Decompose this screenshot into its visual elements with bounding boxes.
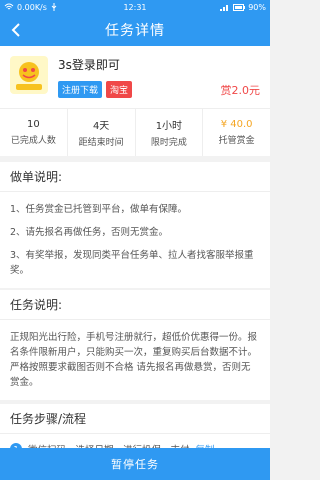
chevron-left-icon <box>11 23 20 37</box>
stat-completed: 10 已完成人数 <box>0 109 68 156</box>
steps-heading: 任务步骤/流程 <box>0 404 270 434</box>
task-card: 3s登录即可 注册下载 淘宝 赏2.0元 10 已完成人数 4天 距结束时间 1… <box>0 46 270 156</box>
task-desc-body: 正规阳光出行险，手机号注册就行，超低价优惠得一份。报名条件限新用户，只能购买一次… <box>0 320 270 400</box>
stat-escrow-value: ¥ 40.0 <box>220 119 253 130</box>
stat-time-limit-value: 1小时 <box>155 121 183 132</box>
task-header: 3s登录即可 注册下载 淘宝 赏2.0元 <box>0 46 270 108</box>
steps-section: 任务步骤/流程 1 微信扫码，选择日期，进行投保，支付 复制 <box>0 404 270 456</box>
page-title: 任务详情 <box>105 23 165 39</box>
task-desc-section: 任务说明: 正规阳光出行险，手机号注册就行，超低价优惠得一份。报名条件限新用户，… <box>0 290 270 400</box>
do-list-body: 1、任务赏金已托管到平台，做单有保障。 2、请先报名再做任务，否则无赏金。 3、… <box>0 192 270 288</box>
task-stats: 10 已完成人数 4天 距结束时间 1小时 限时完成 ¥ 40.0 托管赏金 <box>0 108 270 156</box>
stat-escrow: ¥ 40.0 托管赏金 <box>203 109 270 156</box>
status-right: 90% <box>179 3 266 12</box>
task-desc-heading: 任务说明: <box>0 290 270 320</box>
title-bar: 任务详情 <box>0 14 270 46</box>
wifi-icon <box>4 3 14 10</box>
task-tags: 注册下载 淘宝 <box>58 81 133 98</box>
status-left: 0.00K/s <box>4 3 91 12</box>
do-list-item: 2、请先报名再做任务，否则无赏金。 <box>10 227 169 238</box>
signal-icon <box>220 5 229 11</box>
back-button[interactable] <box>6 20 26 40</box>
do-list-item: 1、任务赏金已托管到平台，做单有保障。 <box>10 204 188 215</box>
stat-completed-value: 10 <box>27 119 40 130</box>
usb-icon <box>51 3 57 11</box>
task-reward: 赏2.0元 <box>220 84 261 97</box>
status-time: 12:31 <box>123 2 147 12</box>
status-bar: 0.00K/s 12:31 90% <box>0 0 270 14</box>
do-list-item: 3、有奖举报，发现同类平台任务单、拉人者找客服举报重奖。 <box>10 250 254 276</box>
stat-time-limit: 1小时 限时完成 <box>136 109 204 156</box>
do-list-heading: 做单说明: <box>0 162 270 192</box>
network-speed: 0.00K/s <box>17 2 47 12</box>
stat-completed-label: 已完成人数 <box>10 136 56 146</box>
do-list-section: 做单说明: 1、任务赏金已托管到平台，做单有保障。 2、请先报名再做任务，否则无… <box>0 162 270 288</box>
tag-taobao: 淘宝 <box>106 81 133 98</box>
tag-register-download: 注册下载 <box>58 81 103 98</box>
stat-time-limit-label: 限时完成 <box>150 138 187 148</box>
pause-task-button[interactable]: 暂停任务 <box>0 448 270 480</box>
task-name: 3s登录即可 <box>58 58 120 72</box>
stat-remaining-label: 距结束时间 <box>78 138 124 148</box>
stat-remaining-value: 4天 <box>92 121 110 132</box>
stat-escrow-label: 托管赏金 <box>218 136 255 146</box>
taobao-logo <box>10 56 48 94</box>
battery-icon <box>233 3 246 11</box>
stat-remaining: 4天 距结束时间 <box>68 109 136 156</box>
task-desc-text: 正规阳光出行险，手机号注册就行，超低价优惠得一份。报名条件限新用户，只能购买一次… <box>10 332 258 388</box>
battery-level: 90% <box>248 2 266 12</box>
